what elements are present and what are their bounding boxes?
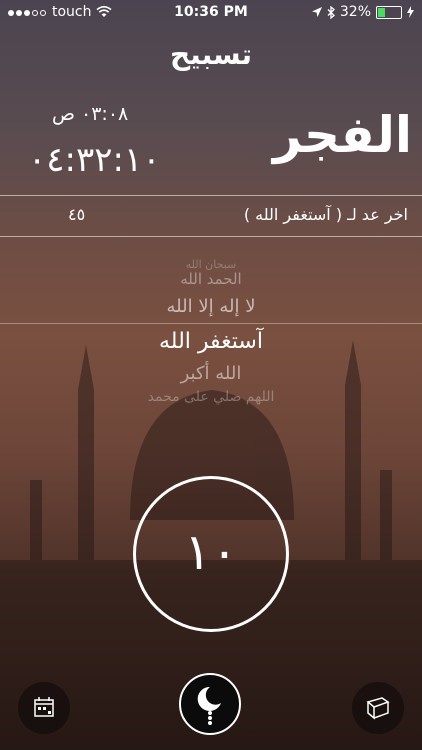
prayer-countdown: ٠٤:٣٢:١٠ <box>28 140 161 180</box>
next-prayer-time: ٠٣:٠٨ ص <box>52 103 129 125</box>
status-bar: touch 10:36 PM 32% <box>0 0 422 26</box>
bluetooth-icon <box>327 5 335 19</box>
crescent-tasbih-icon <box>197 686 221 725</box>
picker-item[interactable]: لا إله إلا الله <box>0 296 422 317</box>
last-count-label: اخر عد لـ ( آستغفر الله ) <box>243 205 408 224</box>
last-count-row: ٤٥ اخر عد لـ ( آستغفر الله ) <box>0 195 422 237</box>
picker-item[interactable]: الله أكبر <box>0 363 422 384</box>
book-button[interactable] <box>352 682 404 734</box>
tasbih-counter-button[interactable]: ١٠ <box>133 476 289 632</box>
picker-item[interactable]: الحمد الله <box>0 270 422 288</box>
battery-level-fill <box>378 7 385 17</box>
tasbih-mode-button[interactable] <box>179 673 241 735</box>
picker-selection-line <box>0 323 422 324</box>
book-icon <box>366 697 390 720</box>
dhikr-picker[interactable]: سبحان الله الحمد الله لا إله إلا الله آس… <box>0 258 422 413</box>
status-right: 32% <box>311 4 414 20</box>
battery-percent: 32% <box>339 4 371 20</box>
counter-value: ١٠ <box>184 523 238 581</box>
last-count-value: ٤٥ <box>68 205 86 224</box>
page-title: تسبيح <box>169 38 253 71</box>
calendar-icon <box>34 697 54 717</box>
charging-bolt-icon <box>407 6 414 18</box>
battery-icon <box>376 5 402 19</box>
calendar-button[interactable] <box>18 682 70 734</box>
location-arrow-icon <box>311 7 322 17</box>
picker-item[interactable]: اللهم صلي على محمد <box>0 389 422 405</box>
next-prayer-name: الفجر <box>272 106 412 164</box>
picker-item-selected[interactable]: آستغفر الله <box>0 329 422 354</box>
